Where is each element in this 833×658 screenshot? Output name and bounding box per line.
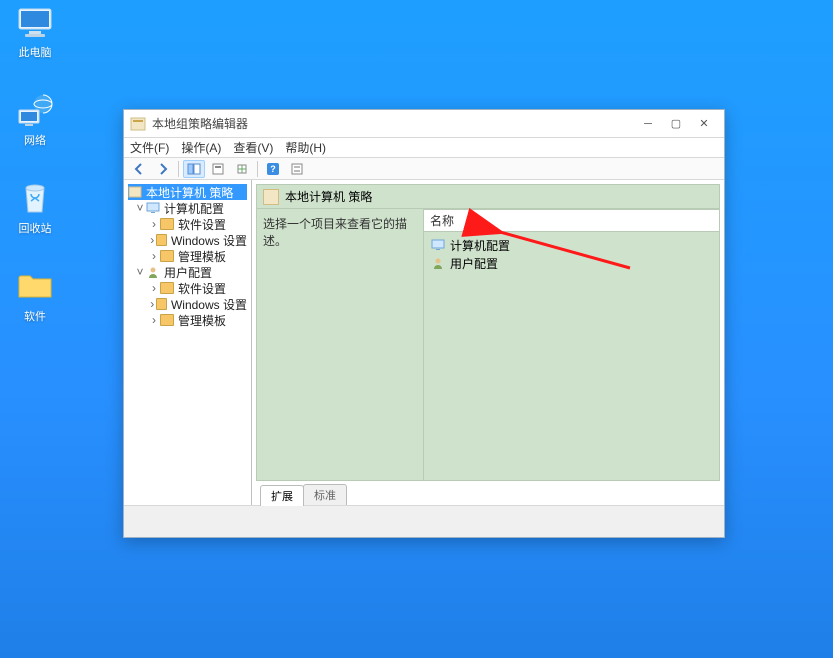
tree-node-computer-config[interactable]: ˅ 计算机配置 xyxy=(128,200,247,216)
toolbar-show-tree-button[interactable] xyxy=(183,160,205,178)
right-pane-header: 本地计算机 策略 xyxy=(256,184,720,209)
tree-root[interactable]: 本地计算机 策略 xyxy=(128,184,247,200)
pc-icon xyxy=(13,6,57,40)
folder-icon xyxy=(156,234,166,246)
right-pane: 本地计算机 策略 选择一个项目来查看它的描述。 名称 计算机 xyxy=(252,180,724,505)
svg-text:?: ? xyxy=(270,164,276,174)
toolbar-filter-button[interactable] xyxy=(286,160,308,178)
tab-standard[interactable]: 标准 xyxy=(303,484,347,505)
minimize-button[interactable]: ─ xyxy=(634,114,662,134)
desktop-icon-software-folder[interactable]: 软件 xyxy=(0,270,70,324)
tree-label: 计算机配置 xyxy=(164,200,224,217)
app-icon xyxy=(130,116,146,132)
desktop-icon-label: 此电脑 xyxy=(0,44,70,60)
menu-file[interactable]: 文件(F) xyxy=(130,139,169,156)
client-area: 本地计算机 策略 ˅ 计算机配置 › 软件设置 › Windows 设置 › xyxy=(124,180,724,505)
toolbar: ? xyxy=(124,158,724,180)
tree-label: 软件设置 xyxy=(178,280,226,297)
collapse-icon[interactable]: ˅ xyxy=(134,201,146,215)
desktop-icon-network[interactable]: 网络 xyxy=(0,94,70,148)
folder-icon xyxy=(160,218,174,230)
expand-icon[interactable]: › xyxy=(148,281,160,295)
name-column-header[interactable]: 名称 xyxy=(424,209,720,232)
toolbar-properties-button[interactable] xyxy=(207,160,229,178)
folder-icon xyxy=(156,298,166,310)
list-body: 计算机配置 用户配置 xyxy=(424,232,720,481)
tree-node-admin-templates[interactable]: › 管理模板 xyxy=(128,248,247,264)
expand-icon[interactable]: › xyxy=(148,297,156,311)
tree-label: Windows 设置 xyxy=(171,296,247,313)
desktop-icon-label: 网络 xyxy=(0,132,70,148)
tree-node-user-config[interactable]: ˅ 用户配置 xyxy=(128,264,247,280)
description-text: 选择一个项目来查看它的描述。 xyxy=(263,217,407,248)
list-item-computer-config[interactable]: 计算机配置 xyxy=(430,236,713,254)
desktop-icon-label: 回收站 xyxy=(0,220,70,236)
window-title: 本地组策略编辑器 xyxy=(152,115,634,132)
description-pane: 选择一个项目来查看它的描述。 xyxy=(256,209,424,481)
expand-icon[interactable]: › xyxy=(148,233,156,247)
policy-icon xyxy=(128,186,142,198)
computer-icon xyxy=(430,238,446,252)
list-item-label: 用户配置 xyxy=(450,255,498,272)
recycle-bin-icon xyxy=(13,182,57,216)
desktop-icon-recycle-bin[interactable]: 回收站 xyxy=(0,182,70,236)
tree-label: 管理模板 xyxy=(178,312,226,329)
computer-icon xyxy=(146,202,160,214)
list-item-label: 计算机配置 xyxy=(450,237,510,254)
titlebar[interactable]: 本地组策略编辑器 ─ ▢ ✕ xyxy=(124,110,724,138)
tree-node-user-software-settings[interactable]: › 软件设置 xyxy=(128,280,247,296)
toolbar-help-button[interactable]: ? xyxy=(262,160,284,178)
nav-forward-button[interactable] xyxy=(152,160,174,178)
tabs-row: 扩展 标准 xyxy=(256,483,720,505)
user-icon xyxy=(430,256,446,270)
tree-root-label: 本地计算机 策略 xyxy=(146,184,233,201)
folder-icon xyxy=(13,270,57,304)
collapse-icon[interactable]: ˅ xyxy=(134,265,146,279)
tree-node-windows-settings[interactable]: › Windows 设置 xyxy=(128,232,247,248)
desktop-icon-label: 软件 xyxy=(0,308,70,324)
name-column-label: 名称 xyxy=(430,214,454,228)
folder-icon xyxy=(160,314,174,326)
folder-icon xyxy=(160,250,174,262)
expand-icon[interactable]: › xyxy=(148,249,160,263)
menu-view[interactable]: 查看(V) xyxy=(233,139,273,156)
nav-back-button[interactable] xyxy=(128,160,150,178)
desktop-icons: 此电脑 网络 回收站 软件 xyxy=(0,0,80,324)
tree-pane: 本地计算机 策略 ˅ 计算机配置 › 软件设置 › Windows 设置 › xyxy=(124,180,252,505)
tree-node-user-windows-settings[interactable]: › Windows 设置 xyxy=(128,296,247,312)
tree-node-software-settings[interactable]: › 软件设置 xyxy=(128,216,247,232)
list-item-user-config[interactable]: 用户配置 xyxy=(430,254,713,272)
network-icon xyxy=(13,94,57,128)
status-bar xyxy=(124,505,724,537)
desktop-icon-this-pc[interactable]: 此电脑 xyxy=(0,6,70,60)
tree-label: 管理模板 xyxy=(178,248,226,265)
user-icon xyxy=(146,266,160,278)
menu-help[interactable]: 帮助(H) xyxy=(285,139,326,156)
expand-icon[interactable]: › xyxy=(148,313,160,327)
maximize-button[interactable]: ▢ xyxy=(662,114,690,134)
gpedit-window: 本地组策略编辑器 ─ ▢ ✕ 文件(F) 操作(A) 查看(V) 帮助(H) xyxy=(123,109,725,538)
menubar: 文件(F) 操作(A) 查看(V) 帮助(H) xyxy=(124,138,724,158)
expand-icon[interactable]: › xyxy=(148,217,160,231)
close-button[interactable]: ✕ xyxy=(690,114,718,134)
list-pane: 名称 计算机配置 用户配置 xyxy=(424,209,720,481)
tree-label: 用户配置 xyxy=(164,264,212,281)
folder-icon xyxy=(160,282,174,294)
toolbar-export-button[interactable] xyxy=(231,160,253,178)
tree-label: 软件设置 xyxy=(178,216,226,233)
tab-extended[interactable]: 扩展 xyxy=(260,485,304,506)
policy-icon xyxy=(263,189,279,205)
menu-action[interactable]: 操作(A) xyxy=(181,139,221,156)
tree-label: Windows 设置 xyxy=(171,232,247,249)
tree-node-user-admin-templates[interactable]: › 管理模板 xyxy=(128,312,247,328)
right-pane-title: 本地计算机 策略 xyxy=(285,188,372,205)
